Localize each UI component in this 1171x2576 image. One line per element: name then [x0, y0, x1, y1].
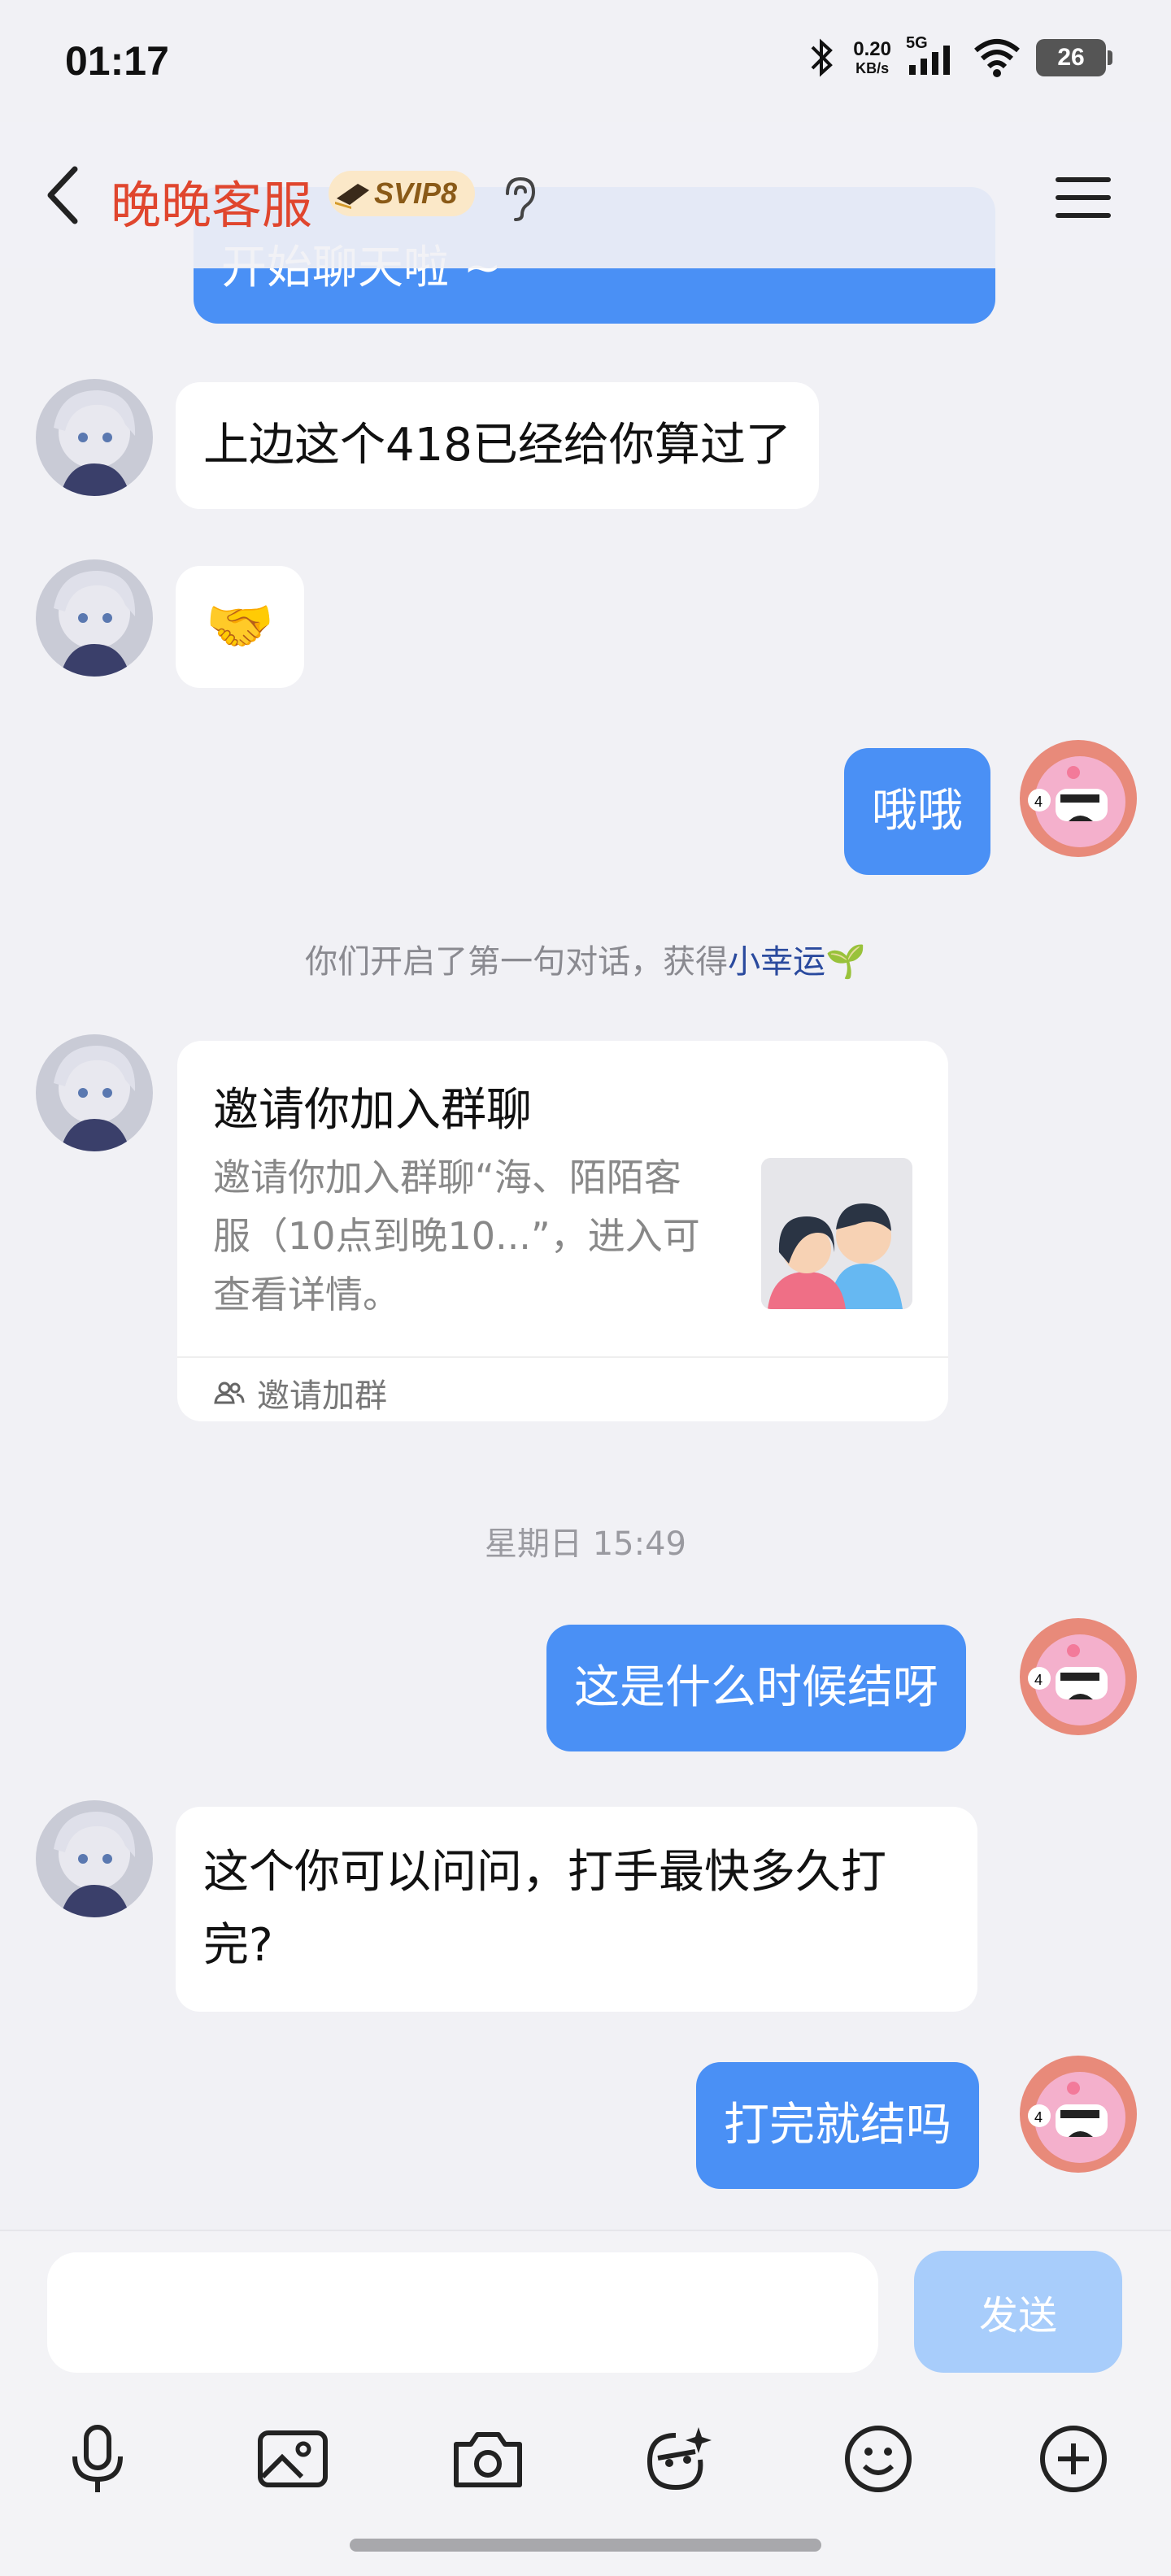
message-text: 上边这个418已经给你算过了 [203, 419, 791, 472]
message-bubble-agent[interactable]: 这个你可以问问，打手最快多久打完? [176, 1807, 977, 2012]
message-text: 这是什么时候结呀 [574, 1661, 938, 1714]
input-bar: 发送 [0, 2230, 1171, 2576]
avatar-self[interactable]: 4 [1020, 1618, 1137, 1735]
wifi-icon [974, 39, 1020, 77]
card-title: 邀请你加入群聊 [213, 1084, 532, 1137]
message-bubble-self[interactable]: 哦哦 [844, 748, 990, 875]
lucky-link[interactable]: 小幸运 [728, 943, 825, 981]
sticker-icon [646, 2427, 712, 2491]
hat-icon [335, 184, 369, 209]
group-invite-card[interactable]: 邀请你加入群聊 邀请你加入群聊“海、陌陌客服（10点到晚10...”，进入可查看… [177, 1041, 948, 1421]
sticker-button[interactable] [639, 2418, 720, 2500]
avatar-agent[interactable] [36, 1034, 153, 1151]
avatar-self[interactable]: 4 [1020, 740, 1137, 857]
avatar-agent[interactable] [36, 379, 153, 496]
card-description: 邀请你加入群聊“海、陌陌客服（10点到晚10...”，进入可查看详情。 [213, 1155, 700, 1316]
input-toolbar [0, 2418, 1171, 2500]
image-button[interactable] [252, 2418, 333, 2500]
group-avatar-image [761, 1158, 912, 1309]
chat-title[interactable]: 晚晚客服 [111, 164, 312, 237]
status-time: 01:17 [65, 38, 169, 84]
message-bubble-self[interactable]: 打完就结吗 [696, 2062, 979, 2189]
card-divider [177, 1356, 948, 1358]
group-icon [214, 1382, 245, 1404]
plus-icon [1040, 2426, 1107, 2492]
avatar-self[interactable]: 4 [1020, 2056, 1137, 2173]
message-text: 这个你可以问问，打手最快多久打完? [203, 1846, 886, 1972]
message-text: 哦哦 [872, 785, 963, 838]
avatar-agent[interactable] [36, 559, 153, 677]
status-bar: 01:17 0.20 KB/s 5G 26 [0, 0, 1171, 122]
camera-icon [454, 2432, 522, 2487]
card-footer-label: 邀请加群 [257, 1377, 387, 1415]
system-text: 你们开启了第一句对话，获得 [305, 943, 729, 981]
net-speed-unit: KB/s [855, 60, 890, 76]
message-bubble-agent[interactable]: 🤝 [176, 566, 304, 688]
svg-text:4: 4 [1034, 1672, 1043, 1688]
net-speed-value: 0.20 [853, 38, 891, 60]
chat-header: 晚晚客服 SVIP8 [0, 122, 1171, 268]
chat-screen: 01:17 0.20 KB/s 5G 26 开始聊天啦 ~ 晚 [0, 0, 1171, 2576]
back-icon[interactable] [42, 163, 91, 228]
handshake-emoji: 🤝 [205, 594, 275, 659]
voice-button[interactable] [57, 2418, 138, 2500]
net-speed: 0.20 KB/s [853, 38, 891, 77]
avatar-agent[interactable] [36, 1800, 153, 1917]
send-button[interactable]: 发送 [914, 2251, 1122, 2373]
timestamp: 星期日 15:49 [485, 1525, 686, 1563]
svg-text:4: 4 [1034, 794, 1043, 810]
plus-button[interactable] [1033, 2418, 1114, 2500]
message-bubble-agent[interactable]: 上边这个418已经给你算过了 [176, 382, 819, 509]
emoji-button[interactable] [838, 2418, 919, 2500]
cell-signal-icon: 5G [906, 34, 958, 78]
message-bubble-self[interactable]: 这是什么时候结呀 [546, 1625, 966, 1751]
card-footer: 邀请加群 [213, 1369, 387, 1416]
battery-level: 26 [1057, 44, 1085, 71]
svip-label: SVIP8 [374, 176, 458, 210]
sprout-emoji: 🌱 [825, 943, 866, 981]
camera-button[interactable] [447, 2418, 529, 2500]
emoji-icon [845, 2426, 912, 2492]
svg-text:4: 4 [1034, 2109, 1043, 2126]
message-input[interactable] [47, 2252, 878, 2373]
message-text: 打完就结吗 [724, 2099, 951, 2152]
menu-icon[interactable] [1051, 169, 1116, 226]
battery-indicator: 26 [1036, 39, 1112, 76]
system-notice: 你们开启了第一句对话，获得小幸运🌱 [0, 935, 1171, 982]
home-indicator[interactable] [350, 2539, 821, 2552]
status-icons: 0.20 KB/s 5G 26 [806, 34, 1112, 80]
voice-icon [72, 2425, 123, 2492]
image-icon [258, 2430, 328, 2487]
bluetooth-icon [811, 38, 834, 77]
svip-badge[interactable]: SVIP8 [329, 171, 476, 216]
ear-icon[interactable] [499, 174, 542, 223]
